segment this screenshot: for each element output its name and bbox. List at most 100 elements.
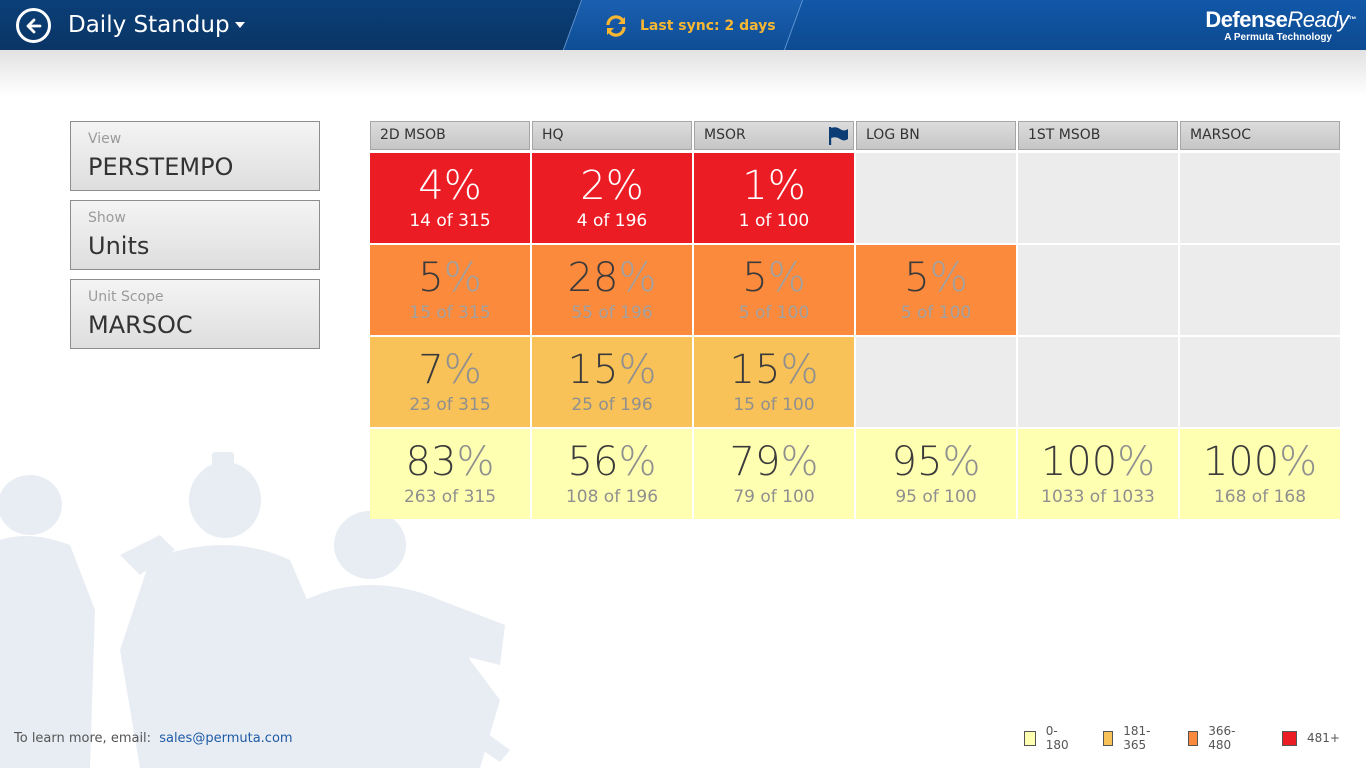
column-header-2d-msob[interactable]: 2D MSOB (370, 121, 530, 150)
grid-cell[interactable]: 28% 55 of 196 (532, 245, 692, 335)
cell-count: 14 of 315 (409, 211, 491, 231)
unit-scope-label: Unit Scope (88, 289, 164, 305)
view-selector[interactable]: View PERSTEMPO (70, 121, 320, 191)
grid-cell[interactable]: 15% 25 of 196 (532, 337, 692, 427)
cell-percent: 100% (1180, 439, 1340, 485)
view-label: View (88, 131, 122, 147)
show-value: Units (88, 232, 150, 260)
grid-cell[interactable]: 95% 95 of 100 (856, 429, 1016, 519)
footer-email-link[interactable]: sales@permuta.com (159, 731, 292, 746)
grid-cell[interactable]: 4% 14 of 315 (370, 153, 530, 243)
column-header-marsoc[interactable]: MARSOC (1180, 121, 1340, 150)
cell-percent-value: 100 (1202, 439, 1280, 485)
app-header: Daily Standup Last sync: 2 days DefenseR… (0, 0, 1366, 50)
cell-percent: 5% (370, 255, 530, 301)
percent-symbol: % (456, 439, 495, 485)
percent-symbol: % (618, 439, 657, 485)
legend-item: 481+ (1282, 728, 1340, 748)
cell-percent: 1% (694, 163, 854, 209)
title-dropdown-chevron-down-icon[interactable] (232, 17, 248, 33)
cell-count: 25 of 196 (571, 395, 653, 415)
grid-cell[interactable]: 2% 4 of 196 (532, 153, 692, 243)
page-title[interactable]: Daily Standup (68, 10, 230, 40)
cell-count: 1033 of 1033 (1041, 487, 1155, 507)
empty-grid-cell (1018, 337, 1178, 427)
grid-cell[interactable]: 56% 108 of 196 (532, 429, 692, 519)
show-selector[interactable]: Show Units (70, 200, 320, 270)
percent-symbol: % (618, 347, 657, 393)
grid-cell[interactable]: 5% 5 of 100 (694, 245, 854, 335)
cell-percent-value: 15 (567, 347, 619, 393)
percent-symbol: % (929, 255, 968, 301)
brand-name-ready: Ready (1287, 7, 1349, 32)
last-sync-status[interactable]: Last sync: 2 days (640, 16, 776, 36)
legend-swatch (1282, 730, 1297, 746)
footer-contact: To learn more, email: sales@permuta.com (14, 730, 293, 748)
cell-percent: 4% (370, 163, 530, 209)
cell-percent-value: 56 (567, 439, 619, 485)
grid-cell[interactable]: 15% 15 of 100 (694, 337, 854, 427)
empty-grid-cell (856, 153, 1016, 243)
cell-percent: 5% (694, 255, 854, 301)
column-header-log-bn[interactable]: LOG BN (856, 121, 1016, 150)
cell-percent-value: 1 (742, 163, 768, 209)
cell-percent-value: 100 (1040, 439, 1118, 485)
empty-grid-cell (856, 337, 1016, 427)
cell-percent: 15% (532, 347, 692, 393)
unit-scope-selector[interactable]: Unit Scope MARSOC (70, 279, 320, 349)
cell-percent-value: 5 (904, 255, 930, 301)
legend-label: 181-365 (1123, 724, 1151, 752)
legend-label: 366-480 (1208, 724, 1236, 752)
percent-symbol: % (605, 163, 644, 209)
percent-symbol: % (942, 439, 981, 485)
cell-count: 23 of 315 (409, 395, 491, 415)
percent-symbol: % (1117, 439, 1156, 485)
cell-count: 1 of 100 (738, 211, 810, 231)
cell-count: 4 of 196 (576, 211, 648, 231)
legend-label: 0-180 (1045, 724, 1069, 752)
percent-symbol: % (767, 255, 806, 301)
column-header-1st-msob[interactable]: 1ST MSOB (1018, 121, 1178, 150)
brand-logo: DefenseReady™ A Permuta Technology (1205, 7, 1356, 44)
column-header-hq[interactable]: HQ (532, 121, 692, 150)
cell-percent: 5% (856, 255, 1016, 301)
back-button[interactable] (16, 8, 51, 43)
empty-grid-cell (1180, 153, 1340, 243)
perstempo-grid: 2D MSOB HQ MSOR LOG BN 1ST MSOB MARSOC 4… (370, 121, 1340, 519)
view-value: PERSTEMPO (88, 153, 234, 181)
cell-percent-value: 95 (891, 439, 943, 485)
column-header-msor[interactable]: MSOR (694, 121, 854, 150)
grid-cell[interactable]: 83% 263 of 315 (370, 429, 530, 519)
cell-percent-value: 7 (418, 347, 444, 393)
footer-text: To learn more, email: (14, 731, 152, 746)
grid-cell[interactable]: 79% 79 of 100 (694, 429, 854, 519)
cell-percent: 15% (694, 347, 854, 393)
grid-cell[interactable]: 100% 168 of 168 (1180, 429, 1340, 519)
grid-cell[interactable]: 100% 1033 of 1033 (1018, 429, 1178, 519)
unit-scope-value: MARSOC (88, 311, 193, 339)
cell-percent-value: 5 (418, 255, 444, 301)
sync-icon[interactable] (604, 14, 628, 38)
cell-count: 168 of 168 (1213, 487, 1307, 507)
cell-percent: 28% (532, 255, 692, 301)
cell-percent: 83% (370, 439, 530, 485)
cell-count: 5 of 100 (738, 303, 810, 323)
legend-item: 181-365 (1103, 724, 1155, 752)
cell-percent-value: 5 (742, 255, 768, 301)
flag-icon (829, 127, 848, 145)
grid-cell[interactable]: 5% 15 of 315 (370, 245, 530, 335)
grid-cell[interactable]: 7% 23 of 315 (370, 337, 530, 427)
percent-symbol: % (443, 163, 482, 209)
grid-cell[interactable]: 1% 1 of 100 (694, 153, 854, 243)
legend-item: 366-480 (1188, 724, 1240, 752)
legend-swatch (1103, 730, 1114, 746)
legend-item: 0-180 (1024, 724, 1072, 752)
cell-count: 5 of 100 (900, 303, 972, 323)
cell-count: 55 of 196 (571, 303, 653, 323)
cell-percent: 7% (370, 347, 530, 393)
percent-symbol: % (767, 163, 806, 209)
empty-grid-cell (1018, 245, 1178, 335)
grid-cell[interactable]: 5% 5 of 100 (856, 245, 1016, 335)
cell-percent: 100% (1018, 439, 1178, 485)
empty-grid-cell (1180, 337, 1340, 427)
